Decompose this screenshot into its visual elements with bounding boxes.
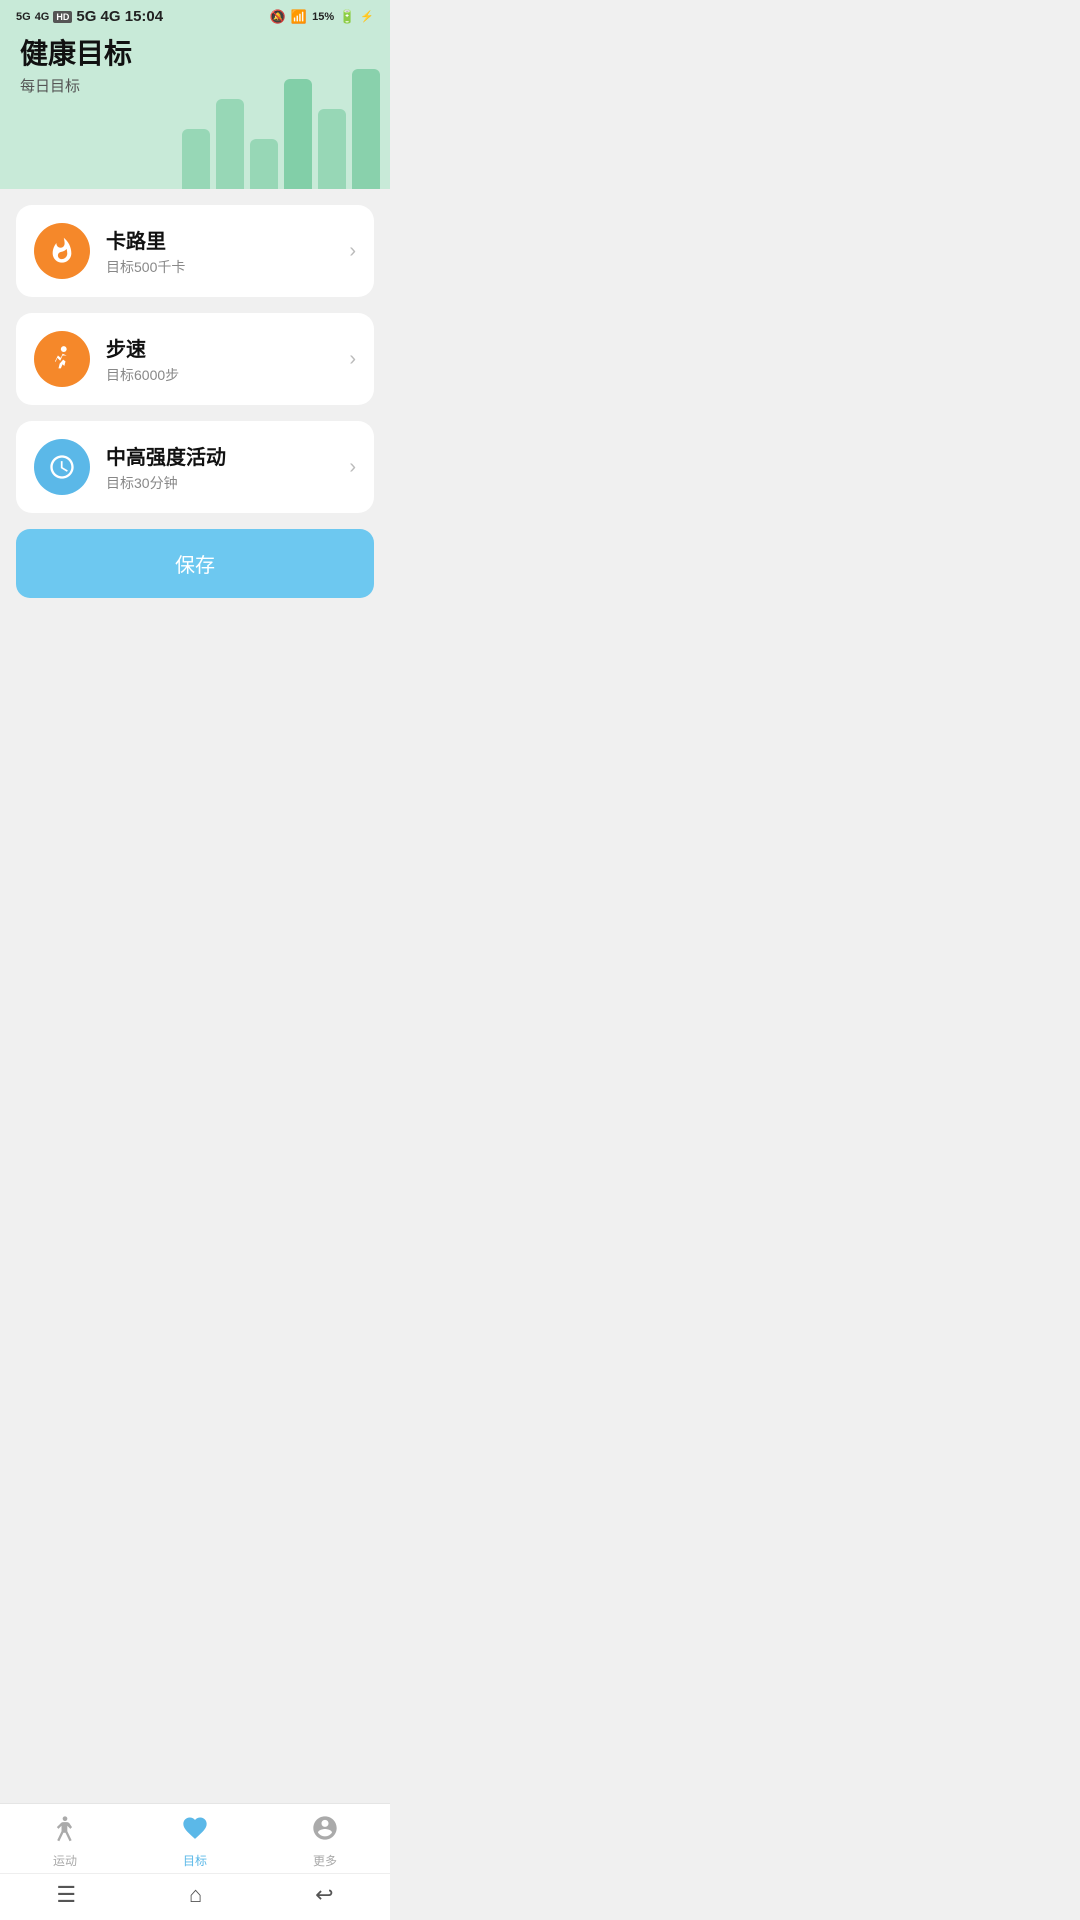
steps-arrow: › [349,348,356,371]
exercise-nav-label: 运动 [53,1852,77,1869]
running-icon [48,345,76,373]
bar-5 [318,109,346,189]
signal-4g: 4G [35,11,50,23]
more-nav-icon [311,1814,339,1849]
main-content: 卡路里 目标500千卡 › 步速 目标6000步 › 中高强度活动 目标30分钟 [0,189,390,614]
goals-nav-label: 目标 [183,1852,207,1869]
calories-subtitle: 目标500千卡 [106,257,349,277]
goals-nav-icon [181,1814,209,1849]
nav-item-more[interactable]: 更多 [290,1814,360,1869]
flame-icon [48,237,76,265]
nav-item-goals[interactable]: 目标 [160,1814,230,1869]
time: 5G 4G 15:04 [76,8,163,25]
save-button[interactable]: 保存 [16,529,374,598]
calories-card[interactable]: 卡路里 目标500千卡 › [16,205,374,297]
bar-6 [352,69,380,189]
nav-item-exercise[interactable]: 运动 [30,1814,100,1869]
steps-title: 步速 [106,333,349,362]
menu-button[interactable]: ☰ [56,1882,76,1908]
charging-icon: ⚡ [360,10,374,23]
bottom-nav: 运动 目标 更多 ☰ ⌂ ↩ [0,1803,390,1920]
hd-badge: HD [53,11,72,23]
bar-4 [284,79,312,189]
activity-arrow: › [349,456,356,479]
activity-text: 中高强度活动 目标30分钟 [106,441,349,493]
activity-card[interactable]: 中高强度活动 目标30分钟 › [16,421,374,513]
bar-2 [216,99,244,189]
header: 健康目标 每日目标 [0,29,390,189]
bell-mute-icon: 🔕 [270,9,286,25]
activity-icon-bg [34,439,90,495]
calories-arrow: › [349,240,356,263]
battery-icon: 🔋 [339,9,355,25]
activity-subtitle: 目标30分钟 [106,473,349,493]
exercise-nav-icon [51,1814,79,1849]
status-left: 5G 4G HD 5G 4G 15:04 [16,8,163,25]
wifi-icon: 📶 [291,9,307,25]
page-title: 健康目标 [20,37,370,71]
steps-text: 步速 目标6000步 [106,333,349,385]
steps-subtitle: 目标6000步 [106,365,349,385]
clock-icon [48,453,76,481]
activity-title: 中高强度活动 [106,441,349,470]
calories-text: 卡路里 目标500千卡 [106,225,349,277]
battery-level: 15% [312,11,334,23]
calories-icon-bg [34,223,90,279]
bar-3 [250,139,278,189]
more-nav-label: 更多 [313,1852,337,1869]
signal-text: 5G [16,11,31,23]
system-nav-bar: ☰ ⌂ ↩ [0,1873,390,1920]
nav-items: 运动 目标 更多 [0,1804,390,1873]
header-decoration [182,69,390,189]
home-button[interactable]: ⌂ [189,1882,202,1908]
steps-card[interactable]: 步速 目标6000步 › [16,313,374,405]
status-bar: 5G 4G HD 5G 4G 15:04 🔕 📶 15% 🔋 ⚡ [0,0,390,29]
calories-title: 卡路里 [106,225,349,254]
steps-icon-bg [34,331,90,387]
status-right: 🔕 📶 15% 🔋 ⚡ [270,9,374,25]
bar-1 [182,129,210,189]
back-button[interactable]: ↩ [315,1882,333,1908]
